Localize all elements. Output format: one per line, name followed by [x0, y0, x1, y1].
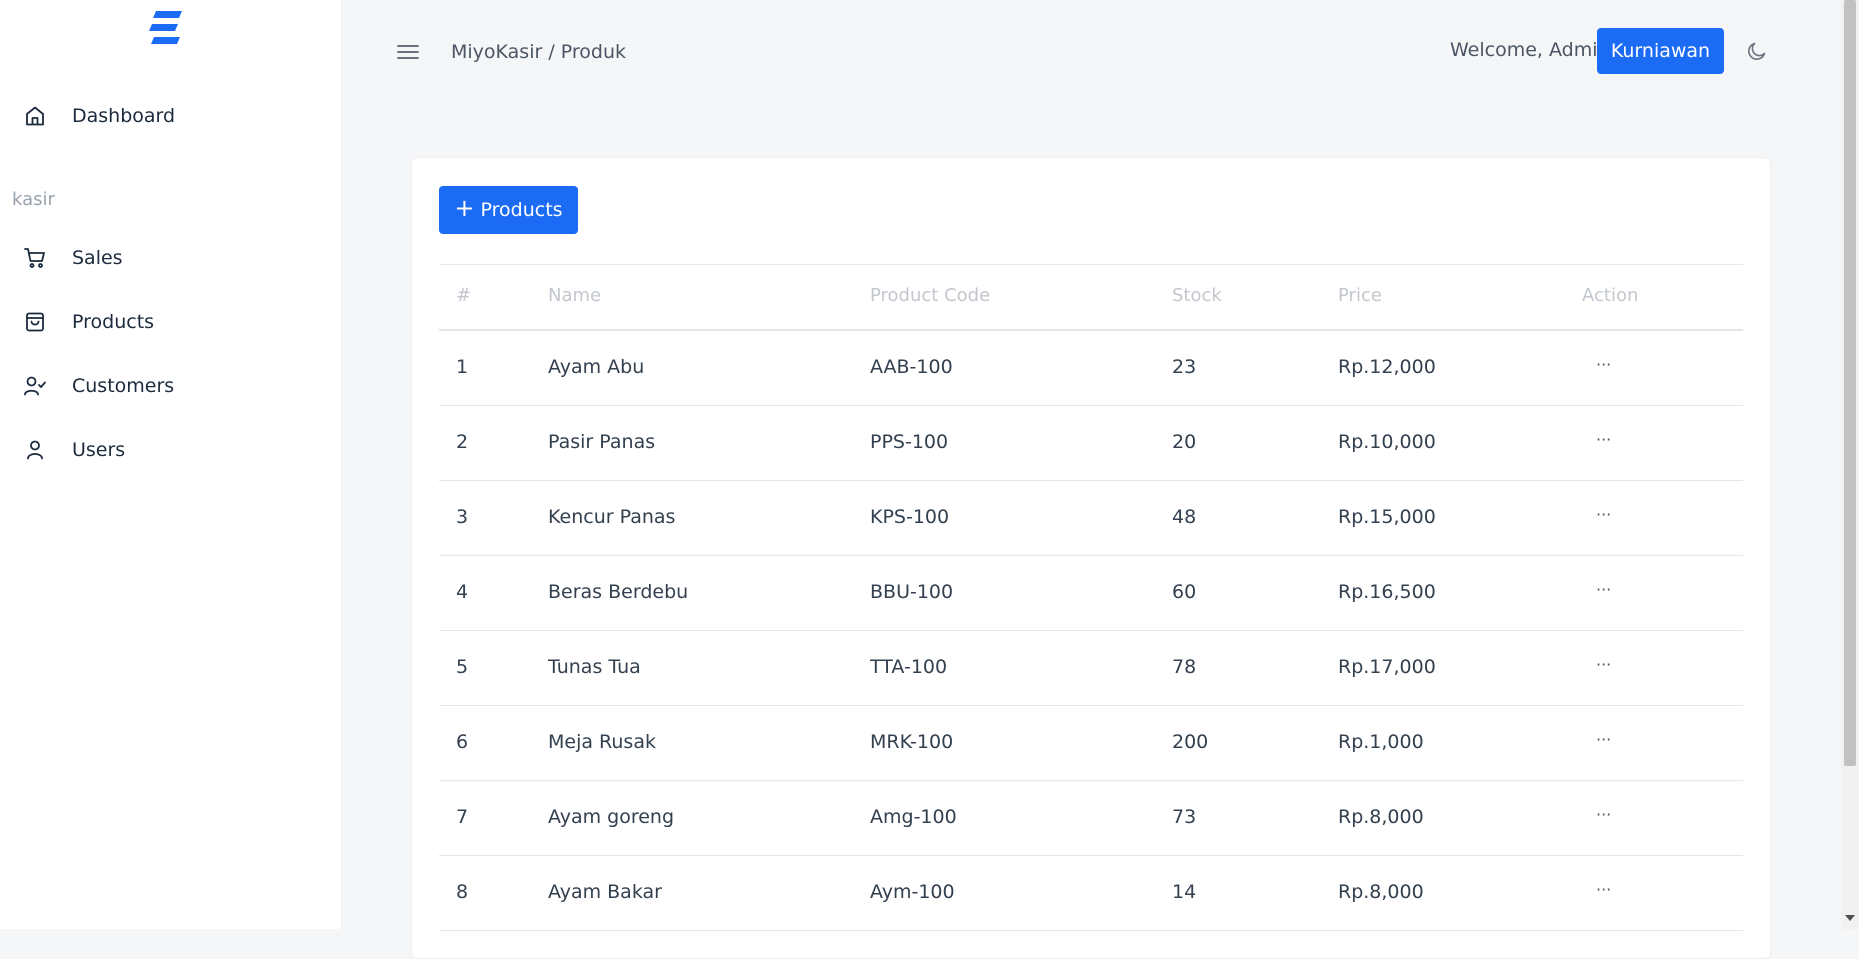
column-header-product-code: Product Code [870, 285, 991, 306]
cell-stock: 60 [1172, 581, 1197, 603]
sidebar-item-products[interactable]: Products [0, 300, 341, 344]
products-table: # Name Product Code Stock Price Action 1… [439, 264, 1743, 931]
user-icon [24, 439, 46, 461]
cell-price: Rp.10,000 [1338, 431, 1436, 453]
table-row: 2 Pasir Panas PPS-100 20 Rp.10,000 ··· [439, 406, 1743, 481]
cell-stock: 14 [1172, 881, 1197, 903]
cell-number: 6 [456, 731, 469, 753]
cell-name: Beras Berdebu [548, 581, 689, 603]
column-header-name: Name [548, 285, 602, 306]
sidebar-item-dashboard[interactable]: Dashboard [0, 94, 341, 138]
cell-stock: 20 [1172, 431, 1197, 453]
cell-product-code: Amg-100 [870, 806, 957, 828]
sidebar-item-label: Sales [72, 247, 123, 269]
cell-name: Ayam Bakar [548, 881, 662, 903]
cell-price: Rp.1,000 [1338, 731, 1424, 753]
more-actions-icon[interactable]: ··· [1596, 655, 1611, 674]
cell-name: Ayam goreng [548, 806, 675, 828]
moon-icon[interactable] [1746, 40, 1768, 62]
sidebar-item-label: Dashboard [72, 105, 176, 127]
cell-price: Rp.12,000 [1338, 356, 1436, 378]
cell-product-code: Aym-100 [870, 881, 955, 903]
products-card: + Products # Name Product Code Stock Pri… [411, 157, 1771, 959]
cell-stock: 48 [1172, 506, 1197, 528]
cell-name: Kencur Panas [548, 506, 676, 528]
sidebar-item-users[interactable]: Users [0, 428, 341, 472]
user-check-icon [24, 375, 46, 397]
cell-stock: 23 [1172, 356, 1197, 378]
cell-price: Rp.16,500 [1338, 581, 1436, 603]
scroll-down-arrow-icon[interactable] [1845, 915, 1855, 921]
menu-toggle-icon[interactable] [397, 43, 419, 61]
sidebar-section-label: kasir [12, 189, 55, 210]
sidebar: Dashboard kasir Sales Products Customers… [0, 0, 342, 929]
add-product-label: Products [480, 199, 563, 221]
cell-number: 1 [456, 356, 469, 378]
table-row: 7 Ayam goreng Amg-100 73 Rp.8,000 ··· [439, 781, 1743, 856]
more-actions-icon[interactable]: ··· [1596, 505, 1611, 524]
sidebar-item-label: Customers [72, 375, 175, 397]
main-content: MiyoKasir / Produk Welcome, Admin Kurnia… [342, 0, 1859, 959]
sidebar-item-label: Products [72, 311, 155, 333]
more-actions-icon[interactable]: ··· [1596, 730, 1611, 749]
sidebar-item-sales[interactable]: Sales [0, 236, 341, 280]
table-row: 5 Tunas Tua TTA-100 78 Rp.17,000 ··· [439, 631, 1743, 706]
more-actions-icon[interactable]: ··· [1596, 880, 1611, 899]
column-header-action: Action [1582, 285, 1639, 306]
cell-price: Rp.15,000 [1338, 506, 1436, 528]
user-menu-button[interactable]: Kurniawan [1597, 28, 1724, 74]
cell-product-code: BBU-100 [870, 581, 954, 603]
plus-icon: + [454, 194, 475, 222]
cell-stock: 200 [1172, 731, 1209, 753]
scrollbar-thumb[interactable] [1844, 0, 1856, 766]
sidebar-item-customers[interactable]: Customers [0, 364, 341, 408]
column-header-price: Price [1338, 285, 1382, 306]
column-header-stock: Stock [1172, 285, 1222, 306]
cell-number: 4 [456, 581, 469, 603]
cell-stock: 73 [1172, 806, 1197, 828]
cell-stock: 78 [1172, 656, 1197, 678]
cell-price: Rp.17,000 [1338, 656, 1436, 678]
cell-number: 8 [456, 881, 469, 903]
cell-product-code: PPS-100 [870, 431, 949, 453]
table-row: 4 Beras Berdebu BBU-100 60 Rp.16,500 ··· [439, 556, 1743, 631]
breadcrumb: MiyoKasir / Produk [451, 41, 627, 63]
add-product-button[interactable]: + Products [439, 186, 578, 234]
page-scrollbar[interactable] [1841, 0, 1859, 929]
welcome-text: Welcome, Admin [1450, 39, 1610, 61]
cell-name: Meja Rusak [548, 731, 656, 753]
cell-name: Ayam Abu [548, 356, 645, 378]
home-icon [24, 105, 46, 127]
cell-number: 3 [456, 506, 469, 528]
cell-price: Rp.8,000 [1338, 881, 1424, 903]
table-row: 8 Ayam Bakar Aym-100 14 Rp.8,000 ··· [439, 856, 1743, 931]
more-actions-icon[interactable]: ··· [1596, 430, 1611, 449]
column-header-number: # [456, 285, 472, 306]
logo-icon[interactable] [148, 10, 184, 46]
cell-name: Pasir Panas [548, 431, 656, 453]
table-row: 1 Ayam Abu AAB-100 23 Rp.12,000 ··· [439, 331, 1743, 406]
table-row: 3 Kencur Panas KPS-100 48 Rp.15,000 ··· [439, 481, 1743, 556]
table-header: # Name Product Code Stock Price Action [439, 264, 1743, 331]
cart-icon [24, 247, 46, 269]
cell-product-code: KPS-100 [870, 506, 950, 528]
bag-icon [24, 311, 46, 333]
cell-number: 5 [456, 656, 469, 678]
more-actions-icon[interactable]: ··· [1596, 580, 1611, 599]
cell-product-code: AAB-100 [870, 356, 953, 378]
more-actions-icon[interactable]: ··· [1596, 355, 1611, 374]
sidebar-item-label: Users [72, 439, 126, 461]
cell-product-code: MRK-100 [870, 731, 954, 753]
more-actions-icon[interactable]: ··· [1596, 805, 1611, 824]
cell-name: Tunas Tua [548, 656, 641, 678]
cell-number: 7 [456, 806, 469, 828]
table-row: 6 Meja Rusak MRK-100 200 Rp.1,000 ··· [439, 706, 1743, 781]
cell-price: Rp.8,000 [1338, 806, 1424, 828]
cell-product-code: TTA-100 [870, 656, 948, 678]
cell-number: 2 [456, 431, 469, 453]
